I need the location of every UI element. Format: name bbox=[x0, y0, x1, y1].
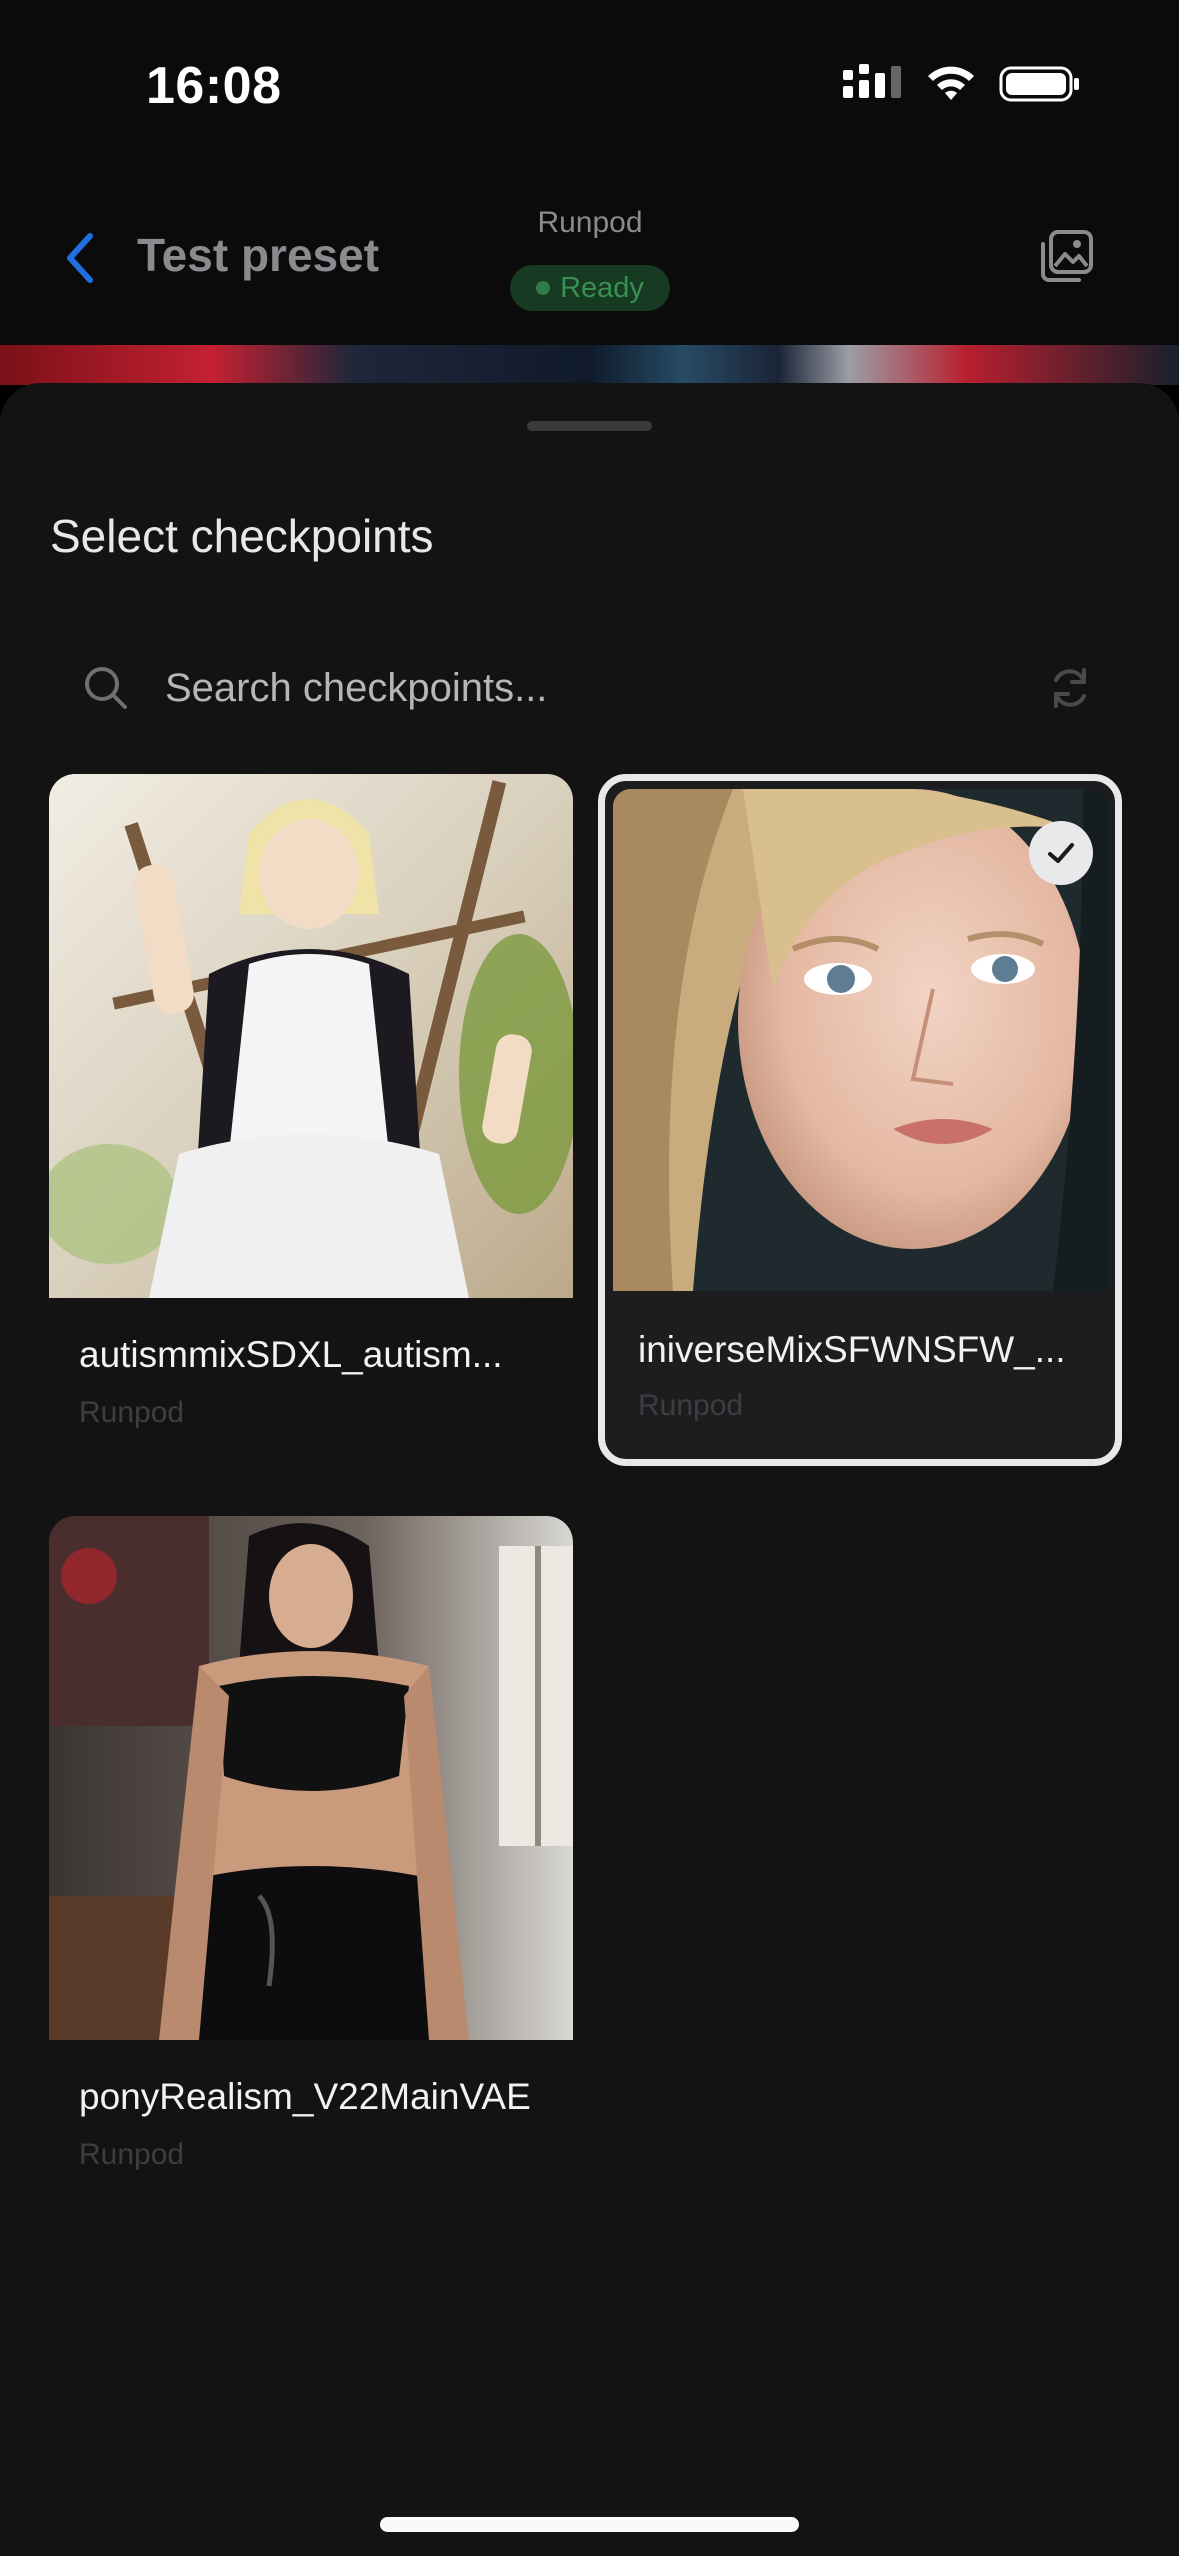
checkpoint-sheet: Select checkpoints bbox=[0, 383, 1179, 2556]
checkpoint-card[interactable]: autismmixSDXL_autism... Runpod bbox=[49, 774, 573, 1454]
status-badge: Ready bbox=[510, 265, 670, 311]
checkpoint-provider: Runpod bbox=[79, 1396, 185, 1429]
gallery-icon[interactable] bbox=[1037, 226, 1097, 286]
status-icons bbox=[843, 64, 1081, 104]
home-indicator[interactable] bbox=[380, 2517, 799, 2532]
background-image-strip bbox=[0, 345, 1179, 385]
wifi-icon bbox=[928, 66, 974, 100]
selected-check-icon bbox=[1029, 821, 1093, 885]
checkpoint-name: ponyRealism_V22MainVAE bbox=[79, 2076, 531, 2117]
search-input[interactable] bbox=[165, 653, 1015, 723]
status-time: 16:08 bbox=[146, 57, 282, 115]
search-icon bbox=[85, 667, 127, 709]
app-header: Test preset Runpod Ready bbox=[0, 170, 1179, 345]
checkpoint-card[interactable]: ponyRealism_V22MainVAE Runpod bbox=[49, 1516, 573, 2196]
back-chevron-icon[interactable] bbox=[58, 228, 102, 288]
provider-label: Runpod bbox=[537, 206, 643, 239]
sheet-title: Select checkpoints bbox=[50, 510, 434, 562]
status-bar: 16:08 bbox=[0, 0, 1179, 170]
cellular-signal-icon bbox=[843, 64, 901, 98]
checkpoint-card-selected[interactable]: iniverseMixSFWNSFW_... Runpod bbox=[598, 774, 1122, 1466]
search-bar bbox=[50, 633, 1129, 743]
checkpoint-name: autismmixSDXL_autism... bbox=[79, 1334, 503, 1375]
status-dot-icon bbox=[536, 281, 551, 295]
status-badge-label: Ready bbox=[560, 271, 644, 304]
checkpoint-provider: Runpod bbox=[638, 1389, 744, 1422]
checkpoint-provider: Runpod bbox=[79, 2138, 185, 2171]
page-title: Test preset bbox=[137, 229, 380, 281]
woman-latex-thumbnail bbox=[49, 1516, 573, 2040]
refresh-icon[interactable] bbox=[1046, 664, 1094, 712]
anime-maid-thumbnail bbox=[49, 774, 573, 1298]
sheet-grabber[interactable] bbox=[527, 421, 652, 431]
checkpoint-name: iniverseMixSFWNSFW_... bbox=[638, 1329, 1066, 1370]
battery-icon bbox=[999, 66, 1079, 102]
